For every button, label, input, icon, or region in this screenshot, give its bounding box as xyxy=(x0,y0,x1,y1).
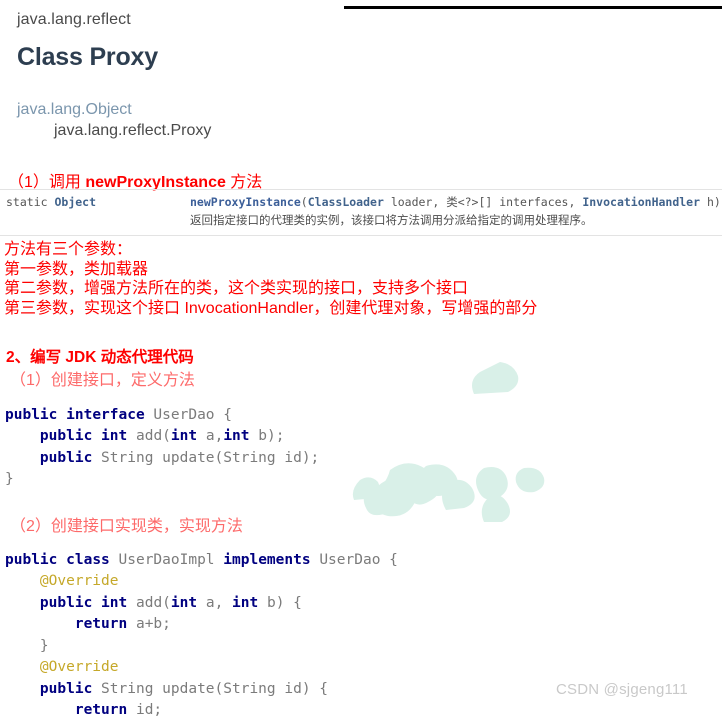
note-line: 第一参数，类加载器 xyxy=(4,260,149,278)
section2-subheading-2: （2）创建接口实现类，实现方法 xyxy=(10,518,243,535)
code-token: } xyxy=(5,471,14,487)
method-param-type-invocationhandler[interactable]: InvocationHandler xyxy=(582,195,700,209)
package-name: java.lang.reflect xyxy=(17,11,131,28)
code-token: implements xyxy=(223,551,311,568)
code-token: String update(String id) { xyxy=(92,680,329,697)
section2-subheading-1: （1）创建接口，定义方法 xyxy=(10,372,195,389)
modifier-static-keyword: static xyxy=(6,195,55,209)
code-token: @Override xyxy=(39,659,119,675)
code-token: add( xyxy=(127,428,171,444)
code-token: public xyxy=(39,680,93,697)
class-title: Class Proxy xyxy=(17,43,158,71)
code-token: class xyxy=(66,551,110,568)
csdn-watermark: CSDN @sjgeng111 xyxy=(556,681,688,698)
code-token: a, xyxy=(197,428,224,444)
code-token: a, xyxy=(197,594,233,611)
code-block-interface: public interface UserDao { public int ad… xyxy=(5,405,319,491)
top-horizontal-rule xyxy=(344,6,722,9)
note-line: 方法有三个参数： xyxy=(4,241,133,258)
method-description-cell: newProxyInstance(ClassLoader loader, 类<?… xyxy=(190,190,722,235)
code-token: int xyxy=(232,594,259,611)
method-signature-tail: h) xyxy=(700,195,721,209)
code-token: int xyxy=(101,428,128,444)
background-watermark-graphic xyxy=(352,362,545,522)
code-block-implementation: public class UserDaoImpl implements User… xyxy=(5,550,398,722)
code-token: int xyxy=(170,428,198,444)
code-token: public xyxy=(39,449,93,466)
method-description-text: 返回指定接口的代理类的实例，该接口将方法调用分派给指定的调用处理程序。 xyxy=(190,215,593,227)
method-signature-paren-open: ( xyxy=(300,195,308,209)
code-token: b) { xyxy=(258,594,302,611)
code-token: interface xyxy=(66,406,145,423)
method-signature-middle: loader, 类<?>[] interfaces, xyxy=(383,195,583,209)
code-token: add( xyxy=(127,594,171,611)
code-token: String update(String id); xyxy=(92,449,320,466)
method-summary-table: static Object newProxyInstance(ClassLoad… xyxy=(0,189,722,236)
section2-heading: 2、编写 JDK 动态代理代码 xyxy=(6,349,194,366)
code-token: public xyxy=(39,428,93,444)
code-token: b); xyxy=(249,428,285,444)
note-line: 第二参数，增强方法所在的类，这个类实现的接口，支持多个接口 xyxy=(4,280,469,297)
hierarchy-child: java.lang.reflect.Proxy xyxy=(54,122,212,139)
note-line: 第三参数，实现这个接口 InvocationHandler，创建代理对象，写增强… xyxy=(4,299,538,317)
code-token: UserDao { xyxy=(310,551,398,568)
table-row: static Object newProxyInstance(ClassLoad… xyxy=(0,190,722,235)
code-token: UserDaoImpl xyxy=(109,551,224,568)
code-token: public xyxy=(5,406,58,423)
method-signature: newProxyInstance(ClassLoader loader, 类<?… xyxy=(190,194,721,211)
code-token: return xyxy=(74,702,128,718)
code-token: public xyxy=(5,551,58,568)
modifier-return-type: Object xyxy=(54,195,97,209)
method-param-type-classloader[interactable]: ClassLoader xyxy=(308,195,384,209)
code-token: int xyxy=(101,594,128,611)
code-token: } xyxy=(5,637,49,654)
parameter-notes-block: 方法有三个参数： 第一参数，类加载器 第二参数，增强方法所在的类，这个类实现的接… xyxy=(4,240,537,318)
code-token: int xyxy=(223,428,250,444)
code-token: UserDao { xyxy=(144,406,233,423)
code-token: return xyxy=(74,616,128,632)
code-token: public xyxy=(39,594,93,611)
code-token: @Override xyxy=(39,573,119,589)
code-token: int xyxy=(170,594,198,611)
code-token: id; xyxy=(127,702,163,718)
code-token: a+b; xyxy=(127,616,171,632)
hierarchy-root-link[interactable]: java.lang.Object xyxy=(17,101,132,119)
method-signature-name[interactable]: newProxyInstance xyxy=(190,195,301,209)
method-modifier-cell: static Object xyxy=(0,190,190,211)
